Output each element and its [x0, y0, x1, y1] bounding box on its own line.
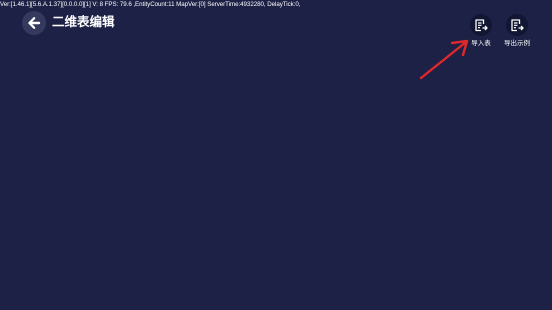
- import-table-button[interactable]: 导入表: [468, 14, 494, 47]
- import-table-button-circle[interactable]: [470, 14, 492, 36]
- back-button[interactable]: [22, 11, 46, 35]
- import-table-label: 导入表: [471, 39, 491, 47]
- page-title: 二维表编辑: [52, 14, 115, 29]
- export-example-button-circle[interactable]: [506, 14, 528, 36]
- import-table-icon: [474, 18, 488, 32]
- left-arrow-icon: [27, 16, 41, 30]
- export-example-label: 导出示例: [504, 39, 530, 47]
- export-example-icon: [510, 18, 524, 32]
- debug-info-bar: Ver:[1.46.1][5.6.A.1.37][0.0.0.0][1] V: …: [0, 1, 301, 8]
- export-example-button[interactable]: 导出示例: [500, 14, 534, 47]
